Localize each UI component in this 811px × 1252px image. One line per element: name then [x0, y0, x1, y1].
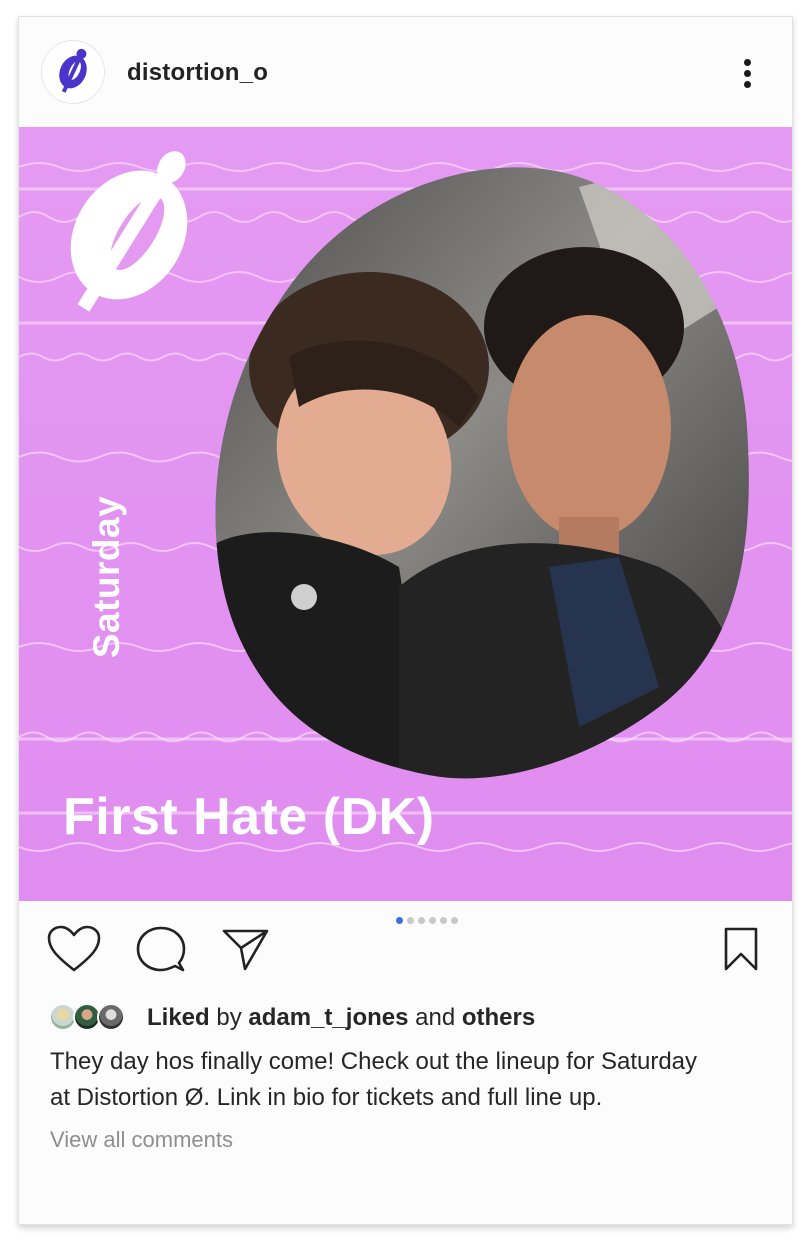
share-button[interactable] — [221, 926, 271, 972]
view-all-comments-link[interactable]: View all comments — [50, 1127, 233, 1153]
media-artwork — [19, 127, 792, 901]
carousel-indicator — [396, 917, 458, 924]
likes-summary[interactable]: Liked by adam_t_jones and others — [147, 1004, 535, 1032]
liker-username[interactable]: adam_t_jones — [248, 1004, 408, 1031]
caption-line: at Distortion Ø. Link in bio for tickets… — [50, 1084, 603, 1111]
by-label: by — [216, 1004, 242, 1031]
carousel-dot[interactable] — [451, 917, 458, 924]
post-caption: They day hos finally come! Check out the… — [50, 1044, 770, 1116]
liked-label: Liked — [147, 1004, 210, 1031]
others-link[interactable]: others — [462, 1004, 535, 1031]
save-button[interactable] — [723, 926, 759, 972]
post-media[interactable]: Saturday First Hate (DK) — [19, 127, 792, 901]
carousel-dot[interactable] — [396, 917, 403, 924]
username[interactable]: distortion_o — [127, 59, 268, 87]
profile-avatar[interactable] — [41, 40, 105, 104]
more-vertical-icon — [744, 59, 751, 66]
post-card: distortion_o Saturday First Hate (DK) Li… — [18, 16, 793, 1225]
like-button[interactable] — [46, 924, 102, 974]
liker-avatars[interactable] — [49, 1003, 129, 1033]
event-day: Saturday — [86, 495, 127, 659]
heart-icon — [47, 925, 101, 972]
more-options-button[interactable] — [731, 53, 765, 93]
and-label: and — [415, 1004, 456, 1031]
avatar — [97, 1003, 125, 1031]
comment-button[interactable] — [135, 925, 187, 975]
distortion-logo-icon — [42, 41, 104, 103]
carousel-dot[interactable] — [429, 917, 436, 924]
paper-plane-icon — [222, 929, 269, 971]
carousel-dot[interactable] — [440, 917, 447, 924]
comment-icon — [136, 926, 186, 972]
artist-name: First Hate (DK) — [63, 788, 435, 846]
bookmark-icon — [724, 927, 758, 971]
caption-line: They day hos finally come! Check out the… — [50, 1048, 698, 1075]
post-header: distortion_o — [19, 17, 792, 127]
carousel-dot[interactable] — [418, 917, 425, 924]
likes-row: Liked by adam_t_jones and others — [49, 1001, 769, 1037]
carousel-dot[interactable] — [407, 917, 414, 924]
